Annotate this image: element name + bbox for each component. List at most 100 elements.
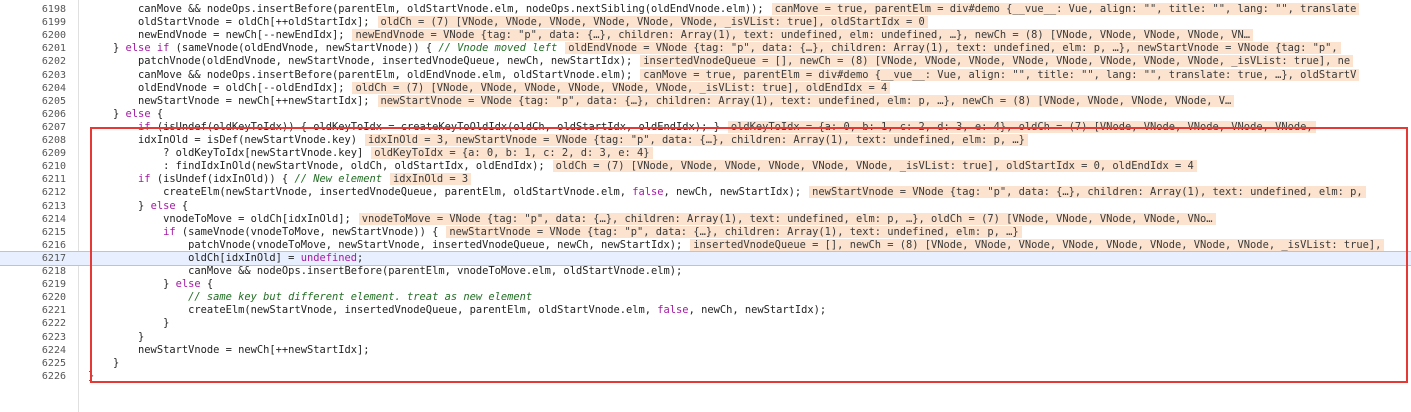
code-line-6212[interactable]: 6212 createElm(newStartVnode, insertedVn… — [0, 186, 1411, 199]
line-number[interactable]: 6226 — [0, 370, 66, 383]
line-number[interactable]: 6199 — [0, 16, 66, 29]
code-text: oldCh[idxInOld] = undefined; — [88, 251, 364, 264]
code-line-6206[interactable]: 6206 } else { — [0, 108, 1411, 121]
code-text: } else { — [88, 107, 164, 120]
line-number[interactable]: 6210 — [0, 160, 66, 173]
code-text: patchVnode(vnodeToMove, newStartVnode, i… — [88, 238, 1385, 252]
line-number[interactable]: 6202 — [0, 55, 66, 68]
code-line-6221[interactable]: 6221 createElm(newStartVnode, insertedVn… — [0, 304, 1411, 317]
inline-variable-preview: newStartVnode = VNode {tag: "p", data: {… — [809, 186, 1366, 199]
line-number[interactable]: 6198 — [0, 3, 66, 16]
code-line-6226[interactable]: 6226} — [0, 370, 1411, 383]
code-line-6216[interactable]: 6216 patchVnode(vnodeToMove, newStartVno… — [0, 238, 1411, 252]
inline-variable-preview: newStartVnode = VNode {tag: "p", data: {… — [446, 225, 1022, 238]
line-number[interactable]: 6212 — [0, 186, 66, 199]
line-number[interactable]: 6224 — [0, 344, 66, 357]
line-number[interactable]: 6204 — [0, 82, 66, 95]
line-number[interactable]: 6222 — [0, 317, 66, 330]
code-text: idxInOld = isDef(newStartVnode.key) idxIn… — [88, 134, 1028, 147]
code-text: // same key but different element. treat… — [188, 291, 533, 304]
code-line-6210[interactable]: 6210 : findIdxInOld(newStartVnode, oldCh… — [0, 160, 1411, 173]
line-number[interactable]: 6215 — [0, 226, 66, 239]
code-line-6208[interactable]: 6208 idxInOld = isDef(newStartVnode.key)… — [0, 134, 1411, 147]
line-number[interactable]: 6218 — [0, 265, 66, 278]
code-line-6201[interactable]: 6201 } else if (sameVnode(oldEndVnode, n… — [0, 42, 1411, 55]
inline-variable-preview: insertedVnodeQueue = [], newCh = (8) [VN… — [640, 55, 1354, 68]
inline-variable-preview: oldEndVnode = VNode {tag: "p", data: {…}… — [565, 42, 1341, 55]
code-text: } — [88, 317, 170, 330]
code-line-6218[interactable]: 6218 canMove && nodeOps.insertBefore(par… — [0, 265, 1411, 278]
inline-variable-preview: oldCh = (7) [VNode, VNode, VNode, VNode,… — [352, 81, 891, 94]
line-number[interactable]: 6213 — [0, 200, 66, 213]
line-number[interactable]: 6217 — [0, 252, 66, 265]
code-text: patchVnode(oldEndVnode, newStartVnode, i… — [88, 55, 1354, 68]
code-line-6205[interactable]: 6205 newStartVnode = newCh[++newStartIdx… — [0, 94, 1411, 108]
code-line-6204[interactable]: 6204 oldEndVnode = oldCh[--oldEndIdx]; ol… — [0, 81, 1411, 95]
code-line-6211[interactable]: 6211 if (isUndef(idxInOld)) { // New ele… — [0, 173, 1411, 186]
line-number[interactable]: 6219 — [0, 278, 66, 291]
code-text: canMove && nodeOps.insertBefore(parentEl… — [88, 68, 1360, 82]
line-number[interactable]: 6209 — [0, 147, 66, 160]
code-text: newStartVnode = newCh[++newStartIdx]; — [88, 343, 370, 356]
code-line-6215[interactable]: 6215 if (sameVnode(vnodeToMove, newStart… — [0, 225, 1411, 239]
line-number[interactable]: 6221 — [0, 304, 66, 317]
inline-variable-preview: newStartVnode = VNode {tag: "p", data: {… — [377, 94, 1235, 107]
line-number[interactable]: 6203 — [0, 69, 66, 82]
inline-variable-preview: vnodeToMove = VNode {tag: "p", data: {…}… — [358, 212, 1216, 225]
line-number[interactable]: 6211 — [0, 173, 66, 186]
code-line-6198[interactable]: 6198 canMove && nodeOps.insertBefore(par… — [0, 3, 1411, 16]
line-number[interactable]: 6225 — [0, 357, 66, 370]
code-text: oldEndVnode = oldCh[--oldEndIdx]; oldCh =… — [88, 81, 891, 95]
code-text: } else { — [88, 278, 214, 291]
inline-variable-preview: oldKeyToIdx = {a: 0, b: 1, c: 2, d: 3, e… — [371, 147, 653, 160]
inline-variable-preview: oldKeyToIdx = {a: 0, b: 1, c: 2, d: 3, e… — [727, 120, 1316, 133]
code-text: canMove && nodeOps.insertBefore(parentEl… — [88, 3, 1360, 16]
code-text: } — [88, 369, 95, 382]
line-number[interactable]: 6200 — [0, 29, 66, 42]
line-number[interactable]: 6223 — [0, 331, 66, 344]
line-number[interactable]: 6214 — [0, 213, 66, 226]
code-text: } else if (sameVnode(oldEndVnode, newSta… — [88, 42, 1341, 55]
code-text: vnodeToMove = oldCh[idxInOld]; vnodeToMov… — [88, 212, 1216, 226]
inline-variable-preview: newEndVnode = VNode {tag: "p", data: {…}… — [352, 29, 1254, 42]
line-number[interactable]: 6201 — [0, 42, 66, 55]
line-number[interactable]: 6208 — [0, 134, 66, 147]
code-line-6225[interactable]: 6225 } — [0, 357, 1411, 370]
code-line-6203[interactable]: 6203 canMove && nodeOps.insertBefore(par… — [0, 68, 1411, 82]
inline-variable-preview: idxInOld = 3, newStartVnode = VNode {tag… — [365, 134, 1028, 146]
code-line-6224[interactable]: 6224 newStartVnode = newCh[++newStartIdx… — [0, 344, 1411, 357]
line-number[interactable]: 6207 — [0, 121, 66, 134]
line-number[interactable]: 6216 — [0, 239, 66, 252]
code-text: newStartVnode = newCh[++newStartIdx]; new… — [88, 94, 1235, 108]
code-line-6217[interactable]: 6217 oldCh[idxInOld] = undefined; — [0, 250, 1411, 266]
code-line-6220[interactable]: 6220 // same key but different element. … — [0, 291, 1411, 304]
code-text: if (isUndef(idxInOld)) { // New element i… — [88, 173, 472, 186]
inline-variable-preview: insertedVnodeQueue = [], newCh = (8) [VN… — [690, 238, 1385, 251]
code-line-6202[interactable]: 6202 patchVnode(oldEndVnode, newStartVno… — [0, 55, 1411, 68]
code-line-6214[interactable]: 6214 vnodeToMove = oldCh[idxInOld]; vnode… — [0, 212, 1411, 226]
line-number[interactable]: 6206 — [0, 108, 66, 121]
code-text: } else { — [88, 199, 189, 212]
code-text: oldStartVnode = oldCh[++oldStartIdx]; old… — [88, 16, 928, 29]
inline-variable-preview: oldCh = (7) [VNode, VNode, VNode, VNode,… — [377, 16, 928, 29]
code-text: if (sameVnode(vnodeToMove, newStartVnode… — [88, 225, 1022, 239]
inline-variable-preview: canMove = true, parentElm = div#demo {__… — [640, 68, 1360, 81]
code-line-6199[interactable]: 6199 oldStartVnode = oldCh[++oldStartIdx… — [0, 16, 1411, 29]
code-line-6213[interactable]: 6213 } else { — [0, 200, 1411, 213]
inline-variable-preview: oldCh = (7) [VNode, VNode, VNode, VNode,… — [552, 160, 1197, 173]
code-line-6207[interactable]: 6207 if (isUndef(oldKeyToIdx)) { oldKeyT… — [0, 120, 1411, 134]
code-text: newEndVnode = newCh[--newEndIdx]; newEndV… — [88, 29, 1254, 42]
code-text: } — [88, 330, 145, 343]
code-text: createElm(newStartVnode, insertedVnodeQu… — [88, 304, 827, 317]
code-line-6200[interactable]: 6200 newEndVnode = newCh[--newEndIdx]; ne… — [0, 29, 1411, 42]
code-line-6209[interactable]: 6209 ? oldKeyToIdx[newStartVnode.key] old… — [0, 147, 1411, 160]
code-text: : findIdxInOld(newStartVnode, oldCh, old… — [88, 160, 1197, 173]
line-number[interactable]: 6205 — [0, 95, 66, 108]
line-number[interactable]: 6220 — [0, 291, 66, 304]
code-text: ? oldKeyToIdx[newStartVnode.key] oldKeyTo… — [88, 147, 653, 160]
code-text: if (isUndef(oldKeyToIdx)) { oldKeyToIdx … — [88, 120, 1316, 134]
code-line-6222[interactable]: 6222 } — [0, 317, 1411, 330]
code-line-6223[interactable]: 6223 } — [0, 331, 1411, 344]
inline-variable-preview: canMove = true, parentElm = div#demo {__… — [771, 3, 1360, 15]
code-line-6219[interactable]: 6219 } else { — [0, 278, 1411, 291]
